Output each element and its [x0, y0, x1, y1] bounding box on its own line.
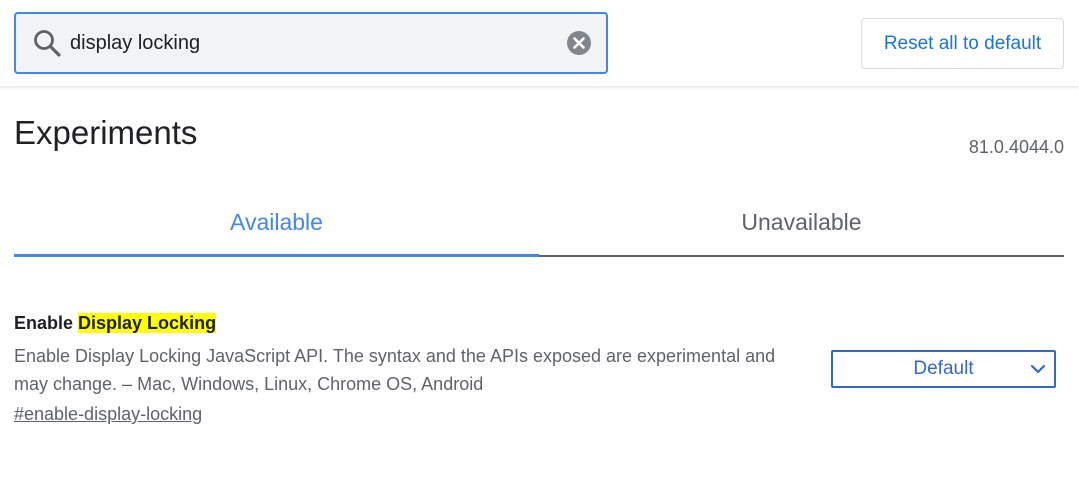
page-title: Experiments: [14, 114, 198, 151]
tab-bar: Available Unavailable: [14, 190, 1064, 258]
version-label: 81.0.4044.0: [968, 137, 1064, 157]
tab-unavailable[interactable]: Unavailable: [539, 190, 1064, 257]
clear-icon[interactable]: [566, 30, 592, 56]
select-value: Default: [913, 358, 974, 379]
experiment-permalink[interactable]: #enable-display-locking: [14, 404, 202, 425]
experiment-description: Enable Display Locking JavaScript API. T…: [14, 346, 776, 394]
header: Reset all to default: [0, 0, 1079, 86]
reset-all-button[interactable]: Reset all to default: [861, 18, 1064, 69]
search-box[interactable]: [14, 12, 608, 74]
experiment-state-select[interactable]: Default: [831, 350, 1056, 388]
tab-available[interactable]: Available: [14, 190, 539, 257]
experiment-title: Enable Display Locking: [14, 310, 1064, 336]
chevron-down-icon: [1030, 364, 1046, 374]
search-highlight: Display Locking: [78, 313, 217, 333]
search-icon: [34, 30, 61, 57]
experiment-title-prefix: Enable: [14, 313, 79, 333]
search-input[interactable]: [70, 14, 550, 72]
